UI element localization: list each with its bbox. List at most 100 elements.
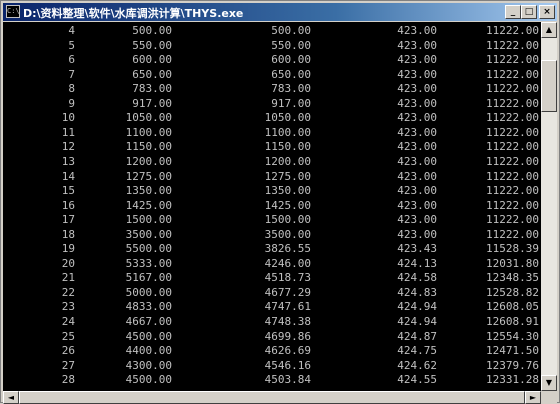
outflow-value: 4748.38 bbox=[264, 315, 311, 328]
close-button[interactable]: × bbox=[539, 5, 555, 19]
outflow-value: 1350.00 bbox=[264, 184, 311, 197]
water-level-value: 423.00 bbox=[397, 228, 437, 241]
console-row: 15 1350.00 1350.00 423.00 11222.00 bbox=[3, 183, 541, 198]
outflow-value: 1500.00 bbox=[264, 213, 311, 226]
console-row: 18 3500.00 3500.00 423.00 11222.00 bbox=[3, 227, 541, 242]
water-level-value: 424.83 bbox=[397, 286, 437, 299]
outflow-value: 3500.00 bbox=[264, 228, 311, 241]
storage-value: 11222.00 bbox=[486, 24, 539, 37]
outflow-value: 4546.16 bbox=[264, 359, 311, 372]
outflow-value: 600.00 bbox=[271, 53, 311, 66]
console-row: 25 4500.00 4699.86 424.87 12554.30 bbox=[3, 329, 541, 344]
storage-value: 11222.00 bbox=[486, 111, 539, 124]
water-level-value: 423.00 bbox=[397, 155, 437, 168]
row-index: 19 bbox=[61, 242, 75, 255]
console-row: 11 1100.00 1100.00 423.00 11222.00 bbox=[3, 125, 541, 140]
console-row: 12 1150.00 1150.00 423.00 11222.00 bbox=[3, 139, 541, 154]
inflow-value: 917.00 bbox=[132, 97, 172, 110]
inflow-value: 5000.00 bbox=[125, 286, 172, 299]
inflow-value: 4300.00 bbox=[125, 359, 172, 372]
inflow-value: 1425.00 bbox=[125, 199, 172, 212]
row-index: 27 bbox=[61, 359, 75, 372]
row-index: 26 bbox=[61, 344, 75, 357]
outflow-value: 4246.00 bbox=[264, 257, 311, 270]
outflow-value: 4503.84 bbox=[264, 373, 311, 386]
horizontal-scroll-thumb[interactable] bbox=[19, 391, 525, 404]
console-app-icon[interactable]: C:\ bbox=[6, 5, 20, 18]
storage-value: 11222.00 bbox=[486, 228, 539, 241]
arrow-left-icon: ◄ bbox=[7, 393, 15, 402]
outflow-value: 1200.00 bbox=[264, 155, 311, 168]
scroll-right-button[interactable]: ► bbox=[525, 391, 541, 404]
storage-value: 11528.39 bbox=[486, 242, 539, 255]
inflow-value: 4500.00 bbox=[125, 330, 172, 343]
storage-value: 11222.00 bbox=[486, 97, 539, 110]
water-level-value: 423.00 bbox=[397, 199, 437, 212]
inflow-value: 4833.00 bbox=[125, 300, 172, 313]
water-level-value: 424.75 bbox=[397, 344, 437, 357]
outflow-value: 1100.00 bbox=[264, 126, 311, 139]
vertical-scrollbar[interactable]: ▲ ▼ bbox=[541, 22, 557, 391]
water-level-value: 423.00 bbox=[397, 53, 437, 66]
console-row: 4 500.00 500.00 423.00 11222.00 bbox=[3, 23, 541, 38]
console-row: 27 4300.00 4546.16 424.62 12379.76 bbox=[3, 358, 541, 373]
storage-value: 11222.00 bbox=[486, 68, 539, 81]
storage-value: 12608.05 bbox=[486, 300, 539, 313]
vertical-scroll-thumb[interactable] bbox=[541, 60, 557, 112]
minimize-button[interactable]: _ bbox=[505, 5, 521, 19]
row-index: 13 bbox=[61, 155, 75, 168]
console-row: 17 1500.00 1500.00 423.00 11222.00 bbox=[3, 212, 541, 227]
inflow-value: 600.00 bbox=[132, 53, 172, 66]
outflow-value: 1425.00 bbox=[264, 199, 311, 212]
console-output[interactable]: 4 500.00 500.00 423.00 11222.00 5 550.00 550.00… bbox=[3, 22, 541, 391]
maximize-button[interactable]: □ bbox=[521, 5, 537, 19]
outflow-value: 1275.00 bbox=[264, 170, 311, 183]
console-row: 26 4400.00 4626.69 424.75 12471.50 bbox=[3, 343, 541, 358]
water-level-value: 423.00 bbox=[397, 82, 437, 95]
row-index: 24 bbox=[61, 315, 75, 328]
row-index: 15 bbox=[61, 184, 75, 197]
scrollbar-corner bbox=[541, 391, 557, 404]
console-row: 7 650.00 650.00 423.00 11222.00 bbox=[3, 67, 541, 82]
inflow-value: 783.00 bbox=[132, 82, 172, 95]
storage-value: 12554.30 bbox=[486, 330, 539, 343]
scroll-up-button[interactable]: ▲ bbox=[541, 22, 557, 38]
inflow-value: 1050.00 bbox=[125, 111, 172, 124]
row-index: 18 bbox=[61, 228, 75, 241]
water-level-value: 423.00 bbox=[397, 184, 437, 197]
storage-value: 11222.00 bbox=[486, 126, 539, 139]
storage-value: 12471.50 bbox=[486, 344, 539, 357]
console-row: 14 1275.00 1275.00 423.00 11222.00 bbox=[3, 169, 541, 184]
console-row: 24 4667.00 4748.38 424.94 12608.91 bbox=[3, 314, 541, 329]
outflow-value: 4699.86 bbox=[264, 330, 311, 343]
outflow-value: 4518.73 bbox=[264, 271, 311, 284]
row-index: 11 bbox=[61, 126, 75, 139]
console-row: 20 5333.00 4246.00 424.13 12031.80 bbox=[3, 256, 541, 271]
water-level-value: 423.43 bbox=[397, 242, 437, 255]
outflow-value: 4626.69 bbox=[264, 344, 311, 357]
arrow-down-icon: ▼ bbox=[545, 378, 553, 387]
storage-value: 12379.76 bbox=[486, 359, 539, 372]
console-row: 28 4500.00 4503.84 424.55 12331.28 bbox=[3, 372, 541, 387]
row-index: 9 bbox=[68, 97, 75, 110]
inflow-value: 4500.00 bbox=[125, 373, 172, 386]
console-row: 21 5167.00 4518.73 424.58 12348.35 bbox=[3, 270, 541, 285]
storage-value: 11222.00 bbox=[486, 53, 539, 66]
scroll-left-button[interactable]: ◄ bbox=[3, 391, 19, 404]
console-row: 23 4833.00 4747.61 424.94 12608.05 bbox=[3, 299, 541, 314]
title-bar[interactable]: C:\ D:\资料整理\软件\水库调洪计算\THYS.exe _ □ × bbox=[3, 3, 557, 21]
row-index: 14 bbox=[61, 170, 75, 183]
water-level-value: 424.94 bbox=[397, 315, 437, 328]
inflow-value: 1100.00 bbox=[125, 126, 172, 139]
console-row: 16 1425.00 1425.00 423.00 11222.00 bbox=[3, 198, 541, 213]
row-index: 17 bbox=[61, 213, 75, 226]
row-index: 8 bbox=[68, 82, 75, 95]
inflow-value: 650.00 bbox=[132, 68, 172, 81]
water-level-value: 424.58 bbox=[397, 271, 437, 284]
inflow-value: 5167.00 bbox=[125, 271, 172, 284]
scroll-down-button[interactable]: ▼ bbox=[541, 375, 557, 391]
row-index: 22 bbox=[61, 286, 75, 299]
water-level-value: 423.00 bbox=[397, 24, 437, 37]
horizontal-scrollbar[interactable]: ◄ ► bbox=[3, 391, 541, 404]
storage-value: 12348.35 bbox=[486, 271, 539, 284]
